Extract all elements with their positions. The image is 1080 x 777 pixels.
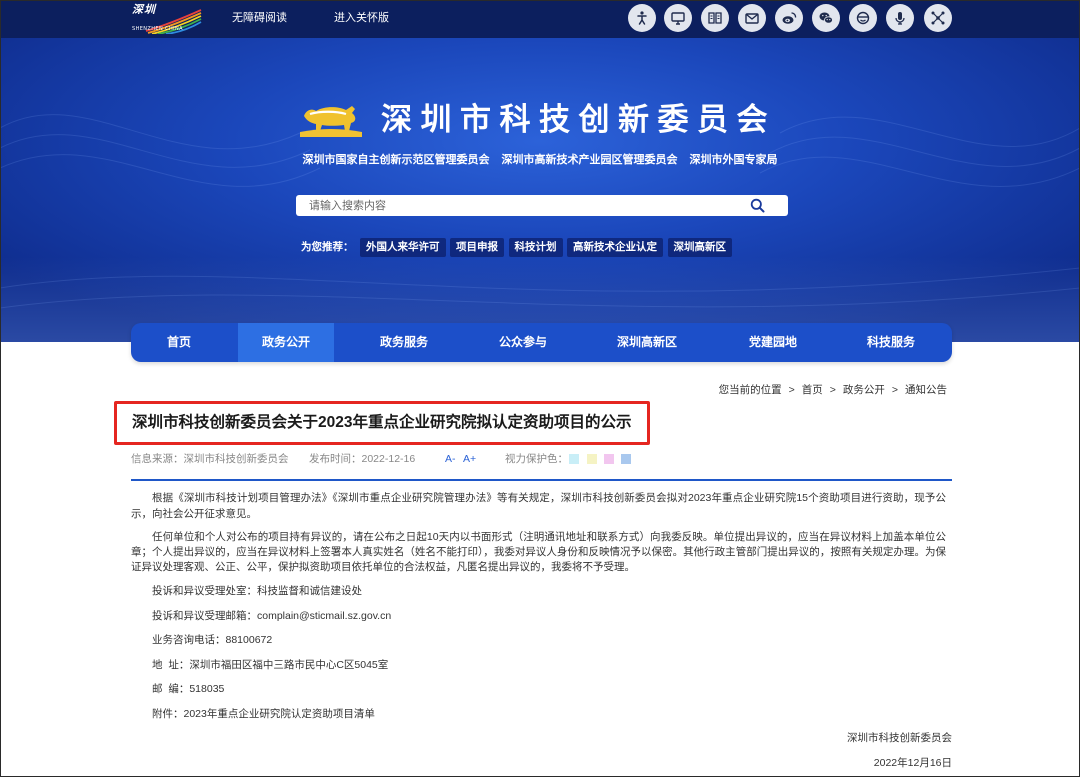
recommend-tag[interactable]: 项目申报 bbox=[450, 238, 504, 257]
breadcrumb-label: 您当前的位置 bbox=[718, 384, 782, 396]
source-label: 信息来源： bbox=[131, 453, 184, 465]
header-decoration bbox=[0, 114, 1080, 309]
date-value: 2022-12-16 bbox=[361, 453, 416, 465]
search-icon[interactable] bbox=[750, 198, 765, 213]
breadcrumb: 您当前的位置 > 首页 > 政务公开 > 通知公告 bbox=[719, 383, 947, 397]
eye-care-label: 视力保护色： bbox=[505, 453, 568, 465]
care-mode-link[interactable]: 进入关怀版 bbox=[334, 11, 389, 26]
recommend-tag[interactable]: 科技计划 bbox=[508, 238, 563, 257]
breadcrumb-separator: > bbox=[891, 384, 898, 396]
signature-org: 深圳市科技创新委员会 bbox=[847, 732, 952, 744]
search-bar bbox=[296, 195, 788, 216]
monitor-icon[interactable] bbox=[664, 4, 692, 32]
eye-care-swatch[interactable] bbox=[604, 454, 614, 464]
nav-item-public-participation[interactable]: 公众参与 bbox=[475, 323, 571, 362]
top-bar: 深圳 SHENZHEN CHINA 无障碍阅读 进入关怀版 bbox=[0, 0, 1080, 38]
subtitle-item: 深圳市外国专家局 bbox=[689, 154, 778, 166]
shenzhen-logo[interactable]: 深圳 SHENZHEN CHINA bbox=[130, 4, 202, 34]
breadcrumb-home[interactable]: 首页 bbox=[802, 384, 823, 396]
attachment-line: 附件：2023年重点企业研究院认定资助项目清单 bbox=[152, 707, 375, 720]
font-smaller-button[interactable]: A- bbox=[445, 452, 456, 466]
recommend-tag[interactable]: 外国人来华许可 bbox=[360, 238, 446, 257]
nav-item-party-building[interactable]: 党建园地 bbox=[725, 323, 821, 362]
header-banner: 深圳市科技创新委员会 深圳市国家自主创新示范区管理委员会 深圳市高新技术产业园区管… bbox=[0, 38, 1080, 342]
article-source: 信息来源：深圳市科技创新委员会 bbox=[131, 452, 289, 466]
article-body: 根据《深圳市科技计划项目管理办法》《深圳市重点企业研究院管理办法》等有关规定，深… bbox=[131, 490, 952, 777]
site-title: 深圳市科技创新委员会 bbox=[381, 102, 776, 137]
office-address: 地 址：深圳市福田区福中三路市民中心C区5045室 bbox=[152, 658, 389, 671]
logo-subtext: SHENZHEN CHINA bbox=[132, 26, 183, 32]
mail-icon[interactable] bbox=[738, 4, 766, 32]
breadcrumb-separator: > bbox=[788, 384, 795, 396]
bull-emblem-icon bbox=[300, 106, 362, 137]
article-date: 发布时间：2022-12-16 bbox=[309, 452, 415, 466]
breadcrumb-notices[interactable]: 通知公告 bbox=[905, 384, 947, 396]
breadcrumb-gov-affairs[interactable]: 政务公开 bbox=[843, 384, 885, 396]
breadcrumb-separator: > bbox=[829, 384, 836, 396]
recommend-label: 为您推荐： bbox=[301, 241, 354, 253]
microphone-icon[interactable] bbox=[886, 4, 914, 32]
article-title: 深圳市科技创新委员会关于2023年重点企业研究院拟认定资助项目的公示 bbox=[132, 414, 632, 431]
nav-item-gov-affairs[interactable]: 政务公开 bbox=[238, 323, 334, 362]
recommend-bar: 为您推荐： 外国人来华许可 项目申报 科技计划 高新技术企业认定 深圳高新区 bbox=[301, 238, 732, 257]
top-icon-group bbox=[628, 4, 958, 32]
title-divider bbox=[131, 479, 952, 481]
network-icon[interactable] bbox=[924, 4, 952, 32]
search-input[interactable] bbox=[296, 195, 736, 216]
subtitle-item: 深圳市高新技术产业园区管理委员会 bbox=[501, 154, 678, 166]
font-larger-button[interactable]: A+ bbox=[463, 452, 476, 466]
date-label: 发布时间： bbox=[309, 453, 362, 465]
nav-item-gov-services[interactable]: 政务服务 bbox=[356, 323, 452, 362]
complaint-office: 投诉和异议受理处室：科技监督和诚信建设处 bbox=[152, 585, 362, 597]
accessible-reading-link[interactable]: 无障碍阅读 bbox=[232, 11, 287, 26]
accessibility-icon[interactable] bbox=[628, 4, 656, 32]
body-paragraph: 根据《深圳市科技计划项目管理办法》《深圳市重点企业研究院管理办法》等有关规定，深… bbox=[131, 492, 946, 520]
news-icon[interactable] bbox=[849, 4, 877, 32]
reader-icon[interactable] bbox=[701, 4, 729, 32]
logo-text: 深圳 bbox=[132, 3, 156, 16]
complaint-email: 投诉和异议受理邮箱：complain@sticmail.sz.gov.cn bbox=[152, 609, 392, 622]
wechat-icon[interactable] bbox=[812, 4, 840, 32]
page: 深圳 SHENZHEN CHINA 无障碍阅读 进入关怀版 深圳市科技创新委员会… bbox=[0, 0, 1080, 777]
nav-item-hi-tech-zone[interactable]: 深圳高新区 bbox=[599, 323, 695, 362]
consult-phone: 业务咨询电话：88100672 bbox=[152, 634, 273, 646]
recommend-tag[interactable]: 高新技术企业认定 bbox=[567, 238, 663, 257]
body-paragraph: 任何单位和个人对公布的项目持有异议的，请在公布之日起10天内以书面形式（注明通讯… bbox=[131, 531, 946, 573]
eye-care-swatch[interactable] bbox=[569, 454, 579, 464]
nav-item-home[interactable]: 首页 bbox=[131, 323, 227, 362]
source-value: 深圳市科技创新委员会 bbox=[183, 453, 289, 465]
site-subtitles: 深圳市国家自主创新示范区管理委员会 深圳市高新技术产业园区管理委员会 深圳市外国专家… bbox=[0, 153, 1080, 167]
weibo-icon[interactable] bbox=[775, 4, 803, 32]
signature-date: 2022年12月16日 bbox=[873, 756, 952, 769]
eye-care-swatch[interactable] bbox=[587, 454, 597, 464]
subtitle-item: 深圳市国家自主创新示范区管理委员会 bbox=[302, 154, 490, 166]
main-nav: 首页 政务公开 政务服务 公众参与 深圳高新区 党建园地 科技服务 bbox=[131, 323, 952, 362]
postal-code: 邮 编：518035 bbox=[152, 683, 225, 695]
eye-care-swatch[interactable] bbox=[621, 454, 631, 464]
nav-item-tech-services[interactable]: 科技服务 bbox=[843, 323, 939, 362]
recommend-tag[interactable]: 深圳高新区 bbox=[667, 238, 732, 257]
